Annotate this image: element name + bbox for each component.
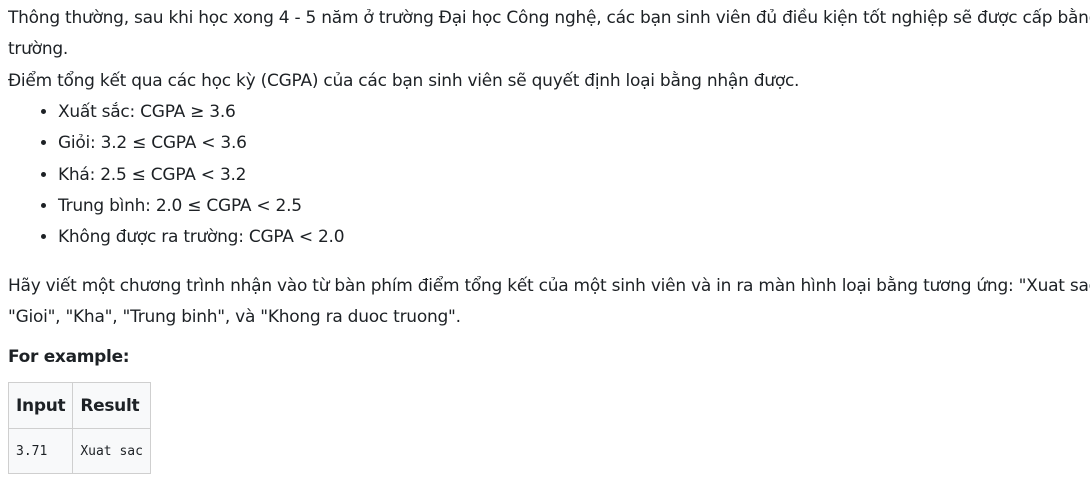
table-row: 3.71 Xuat sac	[7, 428, 151, 474]
intro-line-2: trường.	[8, 39, 69, 59]
grade-list: Xuất sắc: CGPA ≥ 3.6 Giỏi: 3.2 ≤ CGPA < …	[8, 97, 345, 253]
example-result-cell: Xuat sac	[72, 428, 151, 474]
example-heading: For example:	[8, 347, 130, 367]
column-header-input: Input	[7, 382, 74, 429]
grade-item-gioi: Giỏi: 3.2 ≤ CGPA < 3.6	[58, 128, 344, 159]
task-line-1: Hãy viết một chương trình nhận vào từ bà…	[8, 276, 1090, 296]
column-header-result: Result	[72, 382, 151, 429]
example-input-cell: 3.71	[7, 428, 74, 474]
example-header-row: Input Result	[7, 382, 151, 429]
question-page: Thông thường, sau khi học xong 4 - 5 năm…	[0, 0, 1090, 487]
task-line-2: "Gioi", "Kha", "Trung binh", và "Khong r…	[8, 307, 461, 327]
example-table: Input Result 3.71 Xuat sac	[7, 382, 151, 474]
grade-item-xuat-sac: Xuất sắc: CGPA ≥ 3.6	[58, 97, 344, 128]
grade-item-khong-ra-truong: Không được ra trường: CGPA < 2.0	[58, 222, 345, 253]
grade-item-kha: Khá: 2.5 ≤ CGPA < 3.2	[58, 160, 344, 191]
intro-paragraph: Thông thường, sau khi học xong 4 - 5 năm…	[8, 3, 1090, 65]
cgpa-intro-paragraph: Điểm tổng kết qua các học kỳ (CGPA) của …	[8, 71, 800, 91]
task-paragraph: Hãy viết một chương trình nhận vào từ bà…	[8, 271, 1090, 333]
grade-item-trung-binh: Trung bình: 2.0 ≤ CGPA < 2.5	[58, 191, 344, 222]
intro-line-1: Thông thường, sau khi học xong 4 - 5 năm…	[8, 8, 1090, 28]
